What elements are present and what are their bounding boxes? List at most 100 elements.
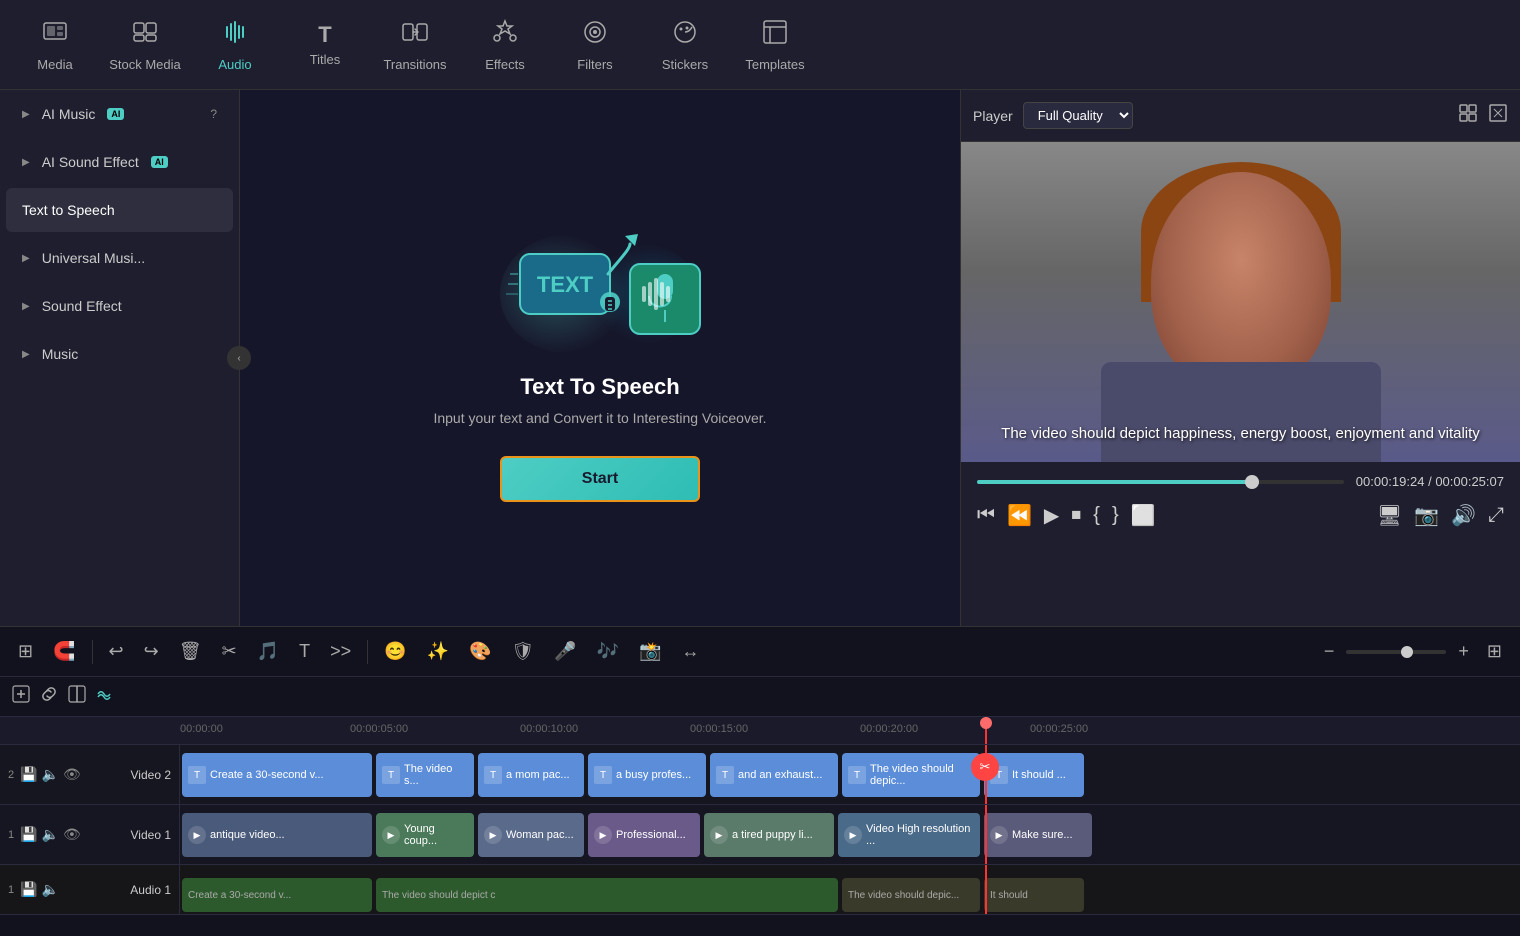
sidebar-item-music[interactable]: ▶ Music [6,332,233,376]
volume-icon-a1[interactable]: 🔈 [42,881,59,898]
music-tool2[interactable]: 🎶 [591,637,625,666]
capture-tool[interactable]: 📸 [633,637,667,666]
current-time: 00:00:19:24 [1356,474,1425,489]
clip-v2-2[interactable]: T a mom pac... [478,753,584,797]
nav-templates[interactable]: Templates [730,5,820,85]
toolbar-divider-1 [92,640,93,664]
clip-v2-4[interactable]: T and an exhaust... [710,753,838,797]
fullscreen-expand-button[interactable]: ⤢ [1488,504,1504,527]
zoom-track[interactable] [1346,650,1446,654]
volume-icon-v2[interactable]: 🔈 [42,766,59,783]
nav-stickers[interactable]: Stickers [640,5,730,85]
cut-marker: ✂ [971,753,999,781]
sidebar-item-ai-sound-effect[interactable]: ▶ AI Sound Effect AI [6,140,233,184]
split-button[interactable] [68,685,86,708]
main-area: ▶ AI Music AI ? ▶ AI Sound Effect AI Tex… [0,90,1520,626]
more-tools[interactable]: >> [324,637,357,666]
timeline-content: 00:00:00 00:00:05:00 00:00:10:00 00:00:1… [0,717,1520,936]
save-icon-v1[interactable]: 💾 [20,826,37,843]
clip-a1-1[interactable]: The video should depict c [376,878,838,912]
nav-media-label: Media [37,57,72,72]
track-row-audio1: 1 💾 🔈 Audio 1 Create a 30-second v... Th… [0,865,1520,915]
text-tool[interactable]: T [293,637,316,666]
clip-a1-0[interactable]: Create a 30-second v... [182,878,372,912]
clip-v1-0[interactable]: ▶ antique video... [182,813,372,857]
titles-icon: T [318,22,331,48]
clip-v1-6[interactable]: ▶ Make sure... [984,813,1092,857]
eye-icon-v1[interactable]: 👁 [63,826,81,843]
play-button[interactable]: ▶ [1044,503,1059,528]
save-icon-v2[interactable]: 💾 [20,766,37,783]
undo-button[interactable]: ↩ [103,637,130,666]
sidebar-item-text-to-speech[interactable]: Text to Speech [6,188,233,232]
color-tool[interactable]: 🎨 [463,637,497,666]
frame-back-button[interactable]: ⏪ [1007,503,1032,528]
nav-media[interactable]: Media [10,5,100,85]
clip-v2-0[interactable]: T Create a 30-second v... [182,753,372,797]
layout-button[interactable]: ⬜ [1131,503,1156,528]
save-icon-a1[interactable]: 💾 [20,881,37,898]
monitor-button[interactable]: 🖥 [1377,503,1402,528]
zoom-out-button[interactable]: − [1318,637,1341,666]
nav-effects[interactable]: Effects [460,5,550,85]
mic-tool[interactable]: 🎤 [548,637,582,666]
add-track-button[interactable] [12,685,30,708]
volume-button[interactable]: 🔊 [1451,503,1476,528]
fullscreen-icon[interactable] [1488,103,1508,128]
layout-tool[interactable]: ⊞ [12,637,39,666]
mark-in-button[interactable]: { [1093,504,1100,527]
clip-a1-3[interactable]: It should [984,878,1084,912]
clip-a1-2[interactable]: The video should depic... [842,878,980,912]
clip-v1-4[interactable]: ▶ a tired puppy li... [704,813,834,857]
sidebar-item-sound-effect[interactable]: ▶ Sound Effect [6,284,233,328]
player-controls: ⏮ ⏪ ▶ ⏹ { } ⬜ 🖥 📷 🔊 ⤢ [961,495,1520,536]
clip-v2-3[interactable]: T a busy profes... [588,753,706,797]
ruler-mark-4: 00:00:20:00 [860,723,918,735]
templates-icon [761,18,789,53]
clip-v2-6[interactable]: T It should ... [984,753,1084,797]
cut-tool[interactable]: ✂ [216,637,243,666]
progress-track[interactable] [977,480,1344,484]
clip-v1-2[interactable]: ▶ Woman pac... [478,813,584,857]
mark-out-button[interactable]: } [1112,504,1119,527]
zoom-area: − + ⊞ [1318,637,1508,666]
volume-icon-v1[interactable]: 🔈 [42,826,59,843]
eye-icon-v2[interactable]: 👁 [63,766,81,783]
sidebar-item-universal-music[interactable]: ▶ Universal Musi... [6,236,233,280]
sidebar-item-ai-music[interactable]: ▶ AI Music AI ? [6,92,233,136]
nav-titles[interactable]: T Titles [280,5,370,85]
start-button[interactable]: Start [500,456,700,502]
stop-button[interactable]: ⏹ [1071,504,1081,527]
audio-tool[interactable]: 🎵 [251,637,285,666]
shield-tool[interactable]: 🛡 [505,637,540,666]
screenshot-button[interactable]: 📷 [1414,503,1439,528]
nav-filters[interactable]: Filters [550,5,640,85]
step-back-button[interactable]: ⏮ [977,504,995,527]
link-button[interactable] [40,685,58,708]
clip-t-icon-4: T [594,766,612,784]
quality-select[interactable]: Full Quality Half Quality [1023,102,1133,129]
ripple-button[interactable] [96,685,114,708]
grid-tool[interactable]: ⊞ [1481,637,1508,666]
clip-v2-5[interactable]: T The video should depic... [842,753,980,797]
clip-v1-5[interactable]: ▶ Video High resolution ... [838,813,980,857]
collapse-sidebar-button[interactable]: ‹ [227,346,251,370]
grid-view-icon[interactable] [1458,103,1478,128]
video-preview: The video should depict happiness, energ… [961,142,1520,462]
clip-v2-1[interactable]: T The video s... [376,753,474,797]
help-icon-music[interactable]: ? [210,107,217,121]
track-num-audio1: 1 [8,884,14,896]
face-tool[interactable]: 😊 [378,637,412,666]
resize-tool[interactable]: ↔ [676,637,706,666]
clip-v1-1[interactable]: ▶ Young coup... [376,813,474,857]
nav-stock-media[interactable]: Stock Media [100,5,190,85]
zoom-in-button[interactable]: + [1452,637,1475,666]
nav-audio[interactable]: Audio [190,5,280,85]
clip-v1-3[interactable]: ▶ Professional... [588,813,700,857]
magnet-tool[interactable]: 🧲 [47,637,81,666]
nav-transitions[interactable]: Transitions [370,5,460,85]
delete-button[interactable]: 🗑 [173,637,208,666]
redo-button[interactable]: ↪ [138,637,165,666]
filters-icon [581,18,609,53]
effect-tool[interactable]: ✨ [421,637,455,666]
